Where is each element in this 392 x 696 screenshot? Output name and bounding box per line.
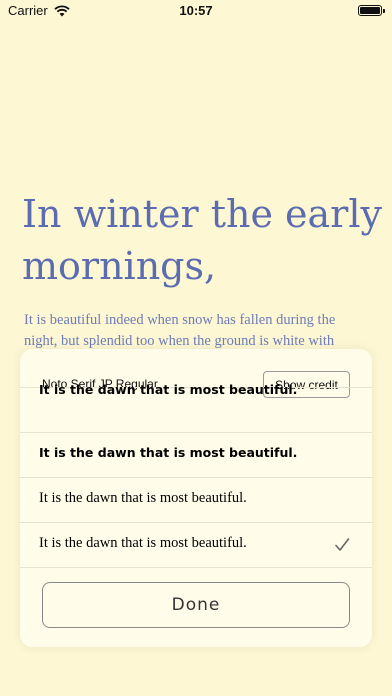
status-bar: Carrier 10:57 xyxy=(0,0,392,22)
font-option-sample: It is the dawn that is most beautiful. xyxy=(39,490,247,506)
font-picker-sheet: Noto Serif JP Regular Show credit It is … xyxy=(20,349,372,647)
font-option-sample: It is the dawn that is most beautiful. xyxy=(39,535,247,551)
battery-icon xyxy=(358,5,385,16)
font-option-3[interactable]: It is the dawn that is most beautiful. xyxy=(20,477,372,522)
checkmark-icon xyxy=(335,538,350,551)
font-option-sample: It is the dawn that is most beautiful. xyxy=(39,382,298,397)
divider xyxy=(20,567,372,568)
font-option-4[interactable]: It is the dawn that is most beautiful. xyxy=(20,522,372,567)
status-time: 10:57 xyxy=(179,3,213,18)
reading-heading: In winter the early mornings, xyxy=(22,192,382,288)
battery-fill xyxy=(360,7,380,14)
font-option-sample: It is the dawn that is most beautiful. xyxy=(39,445,298,460)
done-button[interactable]: Done xyxy=(42,582,350,628)
font-option-1[interactable]: It is the dawn that is most beautiful. xyxy=(20,382,372,432)
font-option-2[interactable]: It is the dawn that is most beautiful. xyxy=(20,432,372,477)
